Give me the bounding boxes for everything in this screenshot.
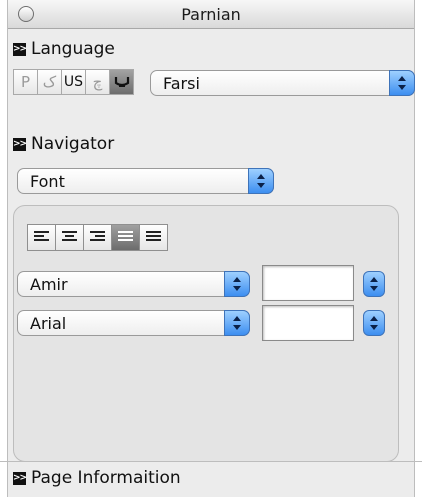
align-center-button[interactable] [55, 224, 84, 251]
align-left-button[interactable] [27, 224, 56, 251]
language-section-header[interactable]: >> Language [13, 39, 115, 59]
align-justify-icon [146, 231, 161, 244]
select-arrows-icon [224, 271, 250, 297]
alignment-button-group [27, 224, 168, 251]
navigator-heading: Navigator [31, 134, 115, 154]
align-justify-right-button[interactable] [111, 224, 140, 251]
select-arrows-icon [248, 168, 274, 194]
title-bar[interactable]: Parnian [8, 0, 414, 29]
font-select-2[interactable]: Arial [17, 310, 250, 336]
lang-button-us[interactable]: US [61, 69, 86, 95]
align-justify-button[interactable] [139, 224, 168, 251]
navigator-section-header[interactable]: >> Navigator [13, 134, 114, 154]
font-select-2-value: Arial [30, 314, 67, 333]
font-size-stepper-1[interactable] [363, 271, 385, 297]
language-button-group: P ک US چ [13, 69, 134, 97]
align-left-icon [34, 231, 49, 244]
font-size-field-2[interactable] [262, 305, 354, 341]
keyboard-layout-icon [114, 77, 129, 87]
disclosure-icon[interactable]: >> [13, 42, 27, 56]
align-justify-right-icon [118, 231, 133, 244]
font-size-stepper-2[interactable] [363, 310, 385, 336]
align-right-button[interactable] [83, 224, 112, 251]
page-info-heading: Page Informaition [31, 468, 181, 488]
align-right-icon [90, 231, 105, 244]
font-size-field-1[interactable] [262, 265, 354, 301]
lang-button-che[interactable]: چ [85, 69, 110, 95]
font-select-1[interactable]: Amir [17, 271, 250, 297]
language-select[interactable]: Farsi [150, 70, 415, 96]
lang-button-keyboard[interactable] [109, 69, 134, 95]
select-arrows-icon [389, 70, 415, 96]
align-center-icon [62, 231, 77, 244]
page-info-section-header[interactable]: >> Page Informaition [13, 468, 181, 488]
disclosure-icon[interactable]: >> [13, 471, 27, 485]
navigator-select-value: Font [30, 172, 65, 191]
bottom-divider [0, 461, 422, 462]
window-title: Parnian [181, 5, 241, 24]
disclosure-icon[interactable]: >> [13, 137, 27, 151]
select-arrows-icon [224, 310, 250, 336]
lang-button-kaf[interactable]: ک [37, 69, 62, 95]
navigator-select[interactable]: Font [17, 168, 274, 194]
font-select-1-value: Amir [30, 275, 68, 294]
language-select-value: Farsi [163, 74, 200, 93]
lang-button-p[interactable]: P [13, 69, 38, 95]
language-heading: Language [31, 39, 115, 59]
